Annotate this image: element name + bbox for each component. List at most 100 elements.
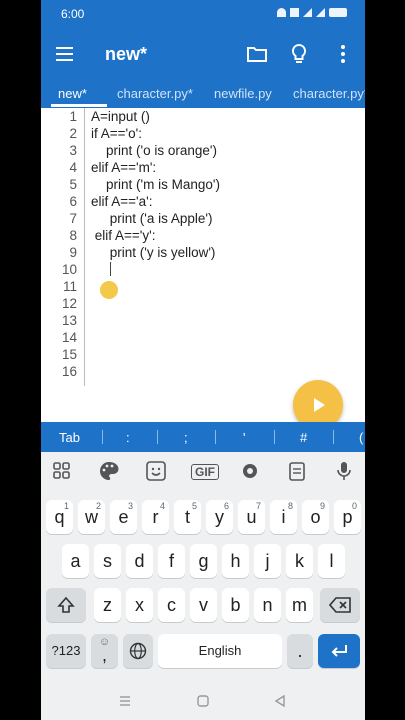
code-line: print ('o is orange') xyxy=(91,143,217,158)
symbol-semicolon[interactable]: ; xyxy=(184,430,188,445)
back-icon[interactable] xyxy=(273,694,287,708)
key-j[interactable]: j xyxy=(254,544,281,578)
play-icon xyxy=(314,398,325,412)
divider xyxy=(157,430,158,444)
key-y[interactable]: y6 xyxy=(206,500,233,534)
line-number: 1 xyxy=(69,109,77,124)
cursor-handle[interactable] xyxy=(100,281,118,299)
line-number: 8 xyxy=(69,228,77,243)
system-nav-bar xyxy=(41,682,365,720)
key-k[interactable]: k xyxy=(286,544,313,578)
apps-grid-icon[interactable] xyxy=(50,460,74,482)
battery-icon xyxy=(329,8,347,17)
key-t[interactable]: t5 xyxy=(174,500,201,534)
tab-character-py-2[interactable]: character.py* xyxy=(293,86,365,101)
key-i[interactable]: i8 xyxy=(270,500,297,534)
sticker-icon[interactable] xyxy=(144,460,168,482)
line-number: 13 xyxy=(61,313,77,328)
clipboard-icon[interactable] xyxy=(285,460,309,482)
home-icon[interactable] xyxy=(196,694,210,708)
key-label: r xyxy=(152,507,159,527)
status-time: 6:00 xyxy=(61,7,85,21)
key-hint: 8 xyxy=(287,501,293,511)
key-n[interactable]: n xyxy=(254,588,281,622)
key-label: , xyxy=(101,645,107,665)
line-number: 6 xyxy=(69,194,77,209)
lightbulb-icon[interactable] xyxy=(287,42,311,66)
key-hint: 3 xyxy=(127,501,133,511)
globe-icon xyxy=(129,642,147,660)
period-key[interactable]: . xyxy=(287,634,313,668)
key-q[interactable]: q1 xyxy=(46,500,73,534)
symbol-tab[interactable]: Tab xyxy=(59,430,80,445)
menu-icon[interactable] xyxy=(53,42,77,66)
key-v[interactable]: v xyxy=(190,588,217,622)
key-z[interactable]: z xyxy=(94,588,121,622)
line-number: 14 xyxy=(61,330,77,345)
divider xyxy=(102,430,103,444)
palette-icon[interactable] xyxy=(97,460,121,482)
key-c[interactable]: c xyxy=(158,588,185,622)
symbol-colon[interactable]: : xyxy=(126,430,130,445)
key-label: e xyxy=(118,507,129,527)
enter-icon xyxy=(331,645,347,657)
key-label: t xyxy=(184,507,190,527)
active-tab-indicator xyxy=(51,104,107,107)
mic-icon[interactable] xyxy=(332,460,356,482)
key-e[interactable]: e3 xyxy=(110,500,137,534)
symbols-key[interactable]: ?123 xyxy=(46,634,86,668)
code-line: elif A=='m': xyxy=(91,160,157,175)
folder-icon[interactable] xyxy=(245,42,269,66)
backspace-key[interactable] xyxy=(320,588,360,622)
code-line: print ('y is yellow') xyxy=(91,245,216,260)
line-number: 5 xyxy=(69,177,77,192)
key-p[interactable]: p0 xyxy=(334,500,361,534)
shift-key[interactable] xyxy=(46,588,86,622)
key-d[interactable]: d xyxy=(126,544,153,578)
key-a[interactable]: a xyxy=(62,544,89,578)
key-l[interactable]: l xyxy=(318,544,345,578)
more-vert-icon[interactable] xyxy=(331,42,355,66)
key-h[interactable]: h xyxy=(222,544,249,578)
key-hint: 2 xyxy=(95,501,101,511)
symbol-quote[interactable]: ' xyxy=(243,430,245,445)
code-editor[interactable]: 1 2 3 4 5 6 7 8 9 10 11 12 13 14 15 16 A… xyxy=(41,108,365,422)
code-line: elif A=='a': xyxy=(91,194,153,209)
key-u[interactable]: u7 xyxy=(238,500,265,534)
line-number: 11 xyxy=(62,279,77,294)
code-line: if A=='o': xyxy=(91,126,142,141)
tab-character-py[interactable]: character.py* xyxy=(117,86,193,101)
language-key[interactable] xyxy=(123,634,153,668)
symbol-paren[interactable]: ( xyxy=(359,430,363,445)
key-hint: 5 xyxy=(191,501,197,511)
key-label: q xyxy=(54,507,65,527)
gear-icon[interactable] xyxy=(238,460,262,482)
key-label: u xyxy=(246,507,257,527)
symbol-hash[interactable]: # xyxy=(300,430,307,445)
key-hint: 1 xyxy=(63,501,69,511)
gif-icon[interactable]: GIF xyxy=(191,464,219,480)
key-s[interactable]: s xyxy=(94,544,121,578)
tab-new[interactable]: new* xyxy=(58,86,87,101)
key-b[interactable]: b xyxy=(222,588,249,622)
key-g[interactable]: g xyxy=(190,544,217,578)
recents-icon[interactable] xyxy=(118,694,132,708)
gutter-divider xyxy=(84,108,85,386)
line-number: 9 xyxy=(69,245,77,260)
key-f[interactable]: f xyxy=(158,544,185,578)
key-m[interactable]: m xyxy=(286,588,313,622)
key-x[interactable]: x xyxy=(126,588,153,622)
divider xyxy=(333,430,334,444)
enter-key[interactable] xyxy=(318,634,360,668)
key-o[interactable]: o9 xyxy=(302,500,329,534)
key-w[interactable]: w2 xyxy=(78,500,105,534)
code-line: A=input () xyxy=(91,109,150,124)
comma-key[interactable]: ☺ , xyxy=(91,634,118,668)
soft-keyboard: GIF q1 w2 e3 r4 t5 y6 u7 i8 o9 p0 a s d … xyxy=(41,452,365,720)
space-bar[interactable]: English xyxy=(158,634,282,668)
tab-newfile-py[interactable]: newfile.py xyxy=(214,86,272,101)
key-r[interactable]: r4 xyxy=(142,500,169,534)
key-hint: 6 xyxy=(223,501,229,511)
line-number: 15 xyxy=(61,347,77,362)
phone-screen: 6:00 new* new* character.py* newfile.py … xyxy=(41,0,365,720)
